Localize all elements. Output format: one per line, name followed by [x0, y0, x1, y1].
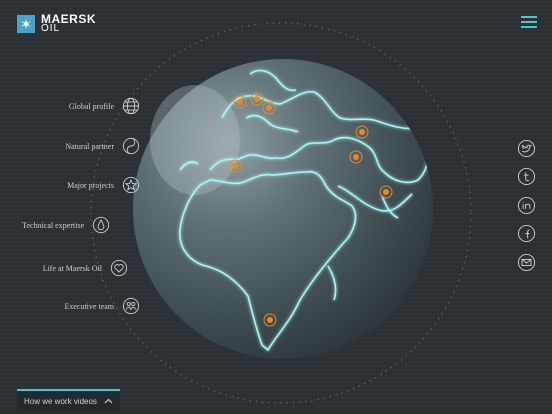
nav-label: Global profile	[68, 101, 114, 111]
nav-major-projects[interactable]: Major projects	[67, 176, 140, 194]
yin-yang-icon	[122, 137, 140, 155]
tumblr-icon[interactable]	[517, 167, 536, 186]
videos-label: How we work videos	[24, 396, 97, 406]
chevron-up-icon	[104, 398, 113, 404]
globe-highlight	[150, 85, 240, 195]
linkedin-icon[interactable]	[517, 196, 536, 215]
drop-icon	[92, 216, 110, 234]
star-icon	[122, 176, 140, 194]
how-we-work-videos-button[interactable]: How we work videos	[17, 389, 120, 411]
email-icon[interactable]	[517, 253, 536, 272]
facebook-icon[interactable]	[517, 224, 536, 243]
nav-natural-partner[interactable]: Natural partner	[65, 137, 140, 155]
twitter-icon[interactable]	[517, 139, 536, 158]
people-icon	[122, 297, 140, 315]
nav-label: Major projects	[67, 180, 114, 190]
nav-life-at-maersk-oil[interactable]: Life at Maersk Oil	[43, 259, 128, 277]
nav-executive-team[interactable]: Executive team	[64, 297, 140, 315]
nav-label: Executive team	[64, 301, 114, 311]
nav-label: Life at Maersk Oil	[42, 263, 102, 273]
nav-label: Technical expertise	[22, 220, 84, 230]
heart-icon	[110, 259, 128, 277]
nav-label: Natural partner	[65, 141, 114, 151]
globe-icon	[122, 97, 140, 115]
nav-technical-expertise[interactable]: Technical expertise	[22, 216, 110, 234]
nav-global-profile[interactable]: Global profile	[69, 97, 140, 115]
globe-graphic[interactable]	[0, 0, 552, 414]
